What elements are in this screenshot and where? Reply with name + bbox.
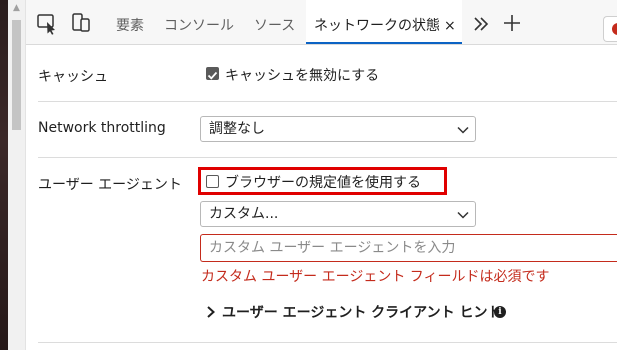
use-browser-default-label[interactable]: ブラウザーの規定値を使用する: [225, 172, 421, 192]
network-throttling-label: Network throttling: [38, 120, 166, 136]
network-conditions-panel: キャッシュ キャッシュを無効にする Network throttling 調整な…: [26, 44, 617, 350]
tab-elements[interactable]: 要素: [116, 0, 144, 44]
user-agent-client-hints-toggle[interactable]: ユーザー エージェント クライアント ヒント: [222, 302, 502, 322]
inspect-element-icon[interactable]: [34, 10, 60, 36]
throttling-select[interactable]: 調整なし: [200, 116, 476, 142]
double-chevron-right-icon[interactable]: [472, 15, 490, 33]
background-window-edge: [0, 0, 8, 350]
tab-network-conditions[interactable]: ネットワークの状態 ×: [306, 0, 462, 44]
use-browser-default-checkbox[interactable]: [206, 175, 219, 188]
user-agent-label: ユーザー エージェント: [38, 177, 182, 193]
vertical-scrollbar[interactable]: ▲: [8, 0, 26, 350]
tab-label: ソース: [254, 18, 296, 34]
chevron-right-icon[interactable]: [206, 306, 216, 318]
scroll-thumb[interactable]: [12, 20, 21, 130]
error-badge-icon: [612, 23, 617, 35]
close-tab-icon[interactable]: ×: [444, 0, 456, 44]
device-emulation-icon[interactable]: [68, 10, 94, 36]
custom-user-agent-placeholder: カスタム ユーザー エージェントを入力: [209, 240, 456, 256]
cache-label: キャッシュ: [38, 69, 108, 85]
chevron-down-icon: [457, 126, 469, 134]
issues-button[interactable]: [603, 16, 617, 42]
divider: [38, 342, 617, 343]
divider: [38, 157, 617, 158]
custom-user-agent-input[interactable]: カスタム ユーザー エージェントを入力: [200, 234, 617, 262]
user-agent-preset-value: カスタム...: [209, 206, 279, 222]
info-icon[interactable]: i: [494, 306, 506, 318]
tab-console[interactable]: コンソール: [164, 0, 234, 44]
tab-label: 要素: [116, 18, 144, 34]
checkmark-icon: [207, 71, 218, 80]
user-agent-error-message: カスタム ユーザー エージェント フィールドは必須です: [201, 269, 550, 285]
disable-cache-checkbox[interactable]: [206, 67, 219, 80]
plus-icon[interactable]: [502, 13, 522, 33]
tab-label: コンソール: [164, 18, 234, 34]
chevron-down-icon: [457, 211, 469, 219]
divider: [38, 101, 617, 102]
scroll-up-arrow-icon[interactable]: ▲: [8, 0, 25, 17]
user-agent-preset-select[interactable]: カスタム...: [200, 201, 476, 227]
disable-cache-label[interactable]: キャッシュを無効にする: [225, 65, 379, 85]
throttling-value: 調整なし: [209, 121, 265, 137]
tab-sources[interactable]: ソース: [254, 0, 295, 44]
devtools-tab-bar: 要素 コンソール ソース ネットワークの状態 ×: [26, 0, 617, 45]
